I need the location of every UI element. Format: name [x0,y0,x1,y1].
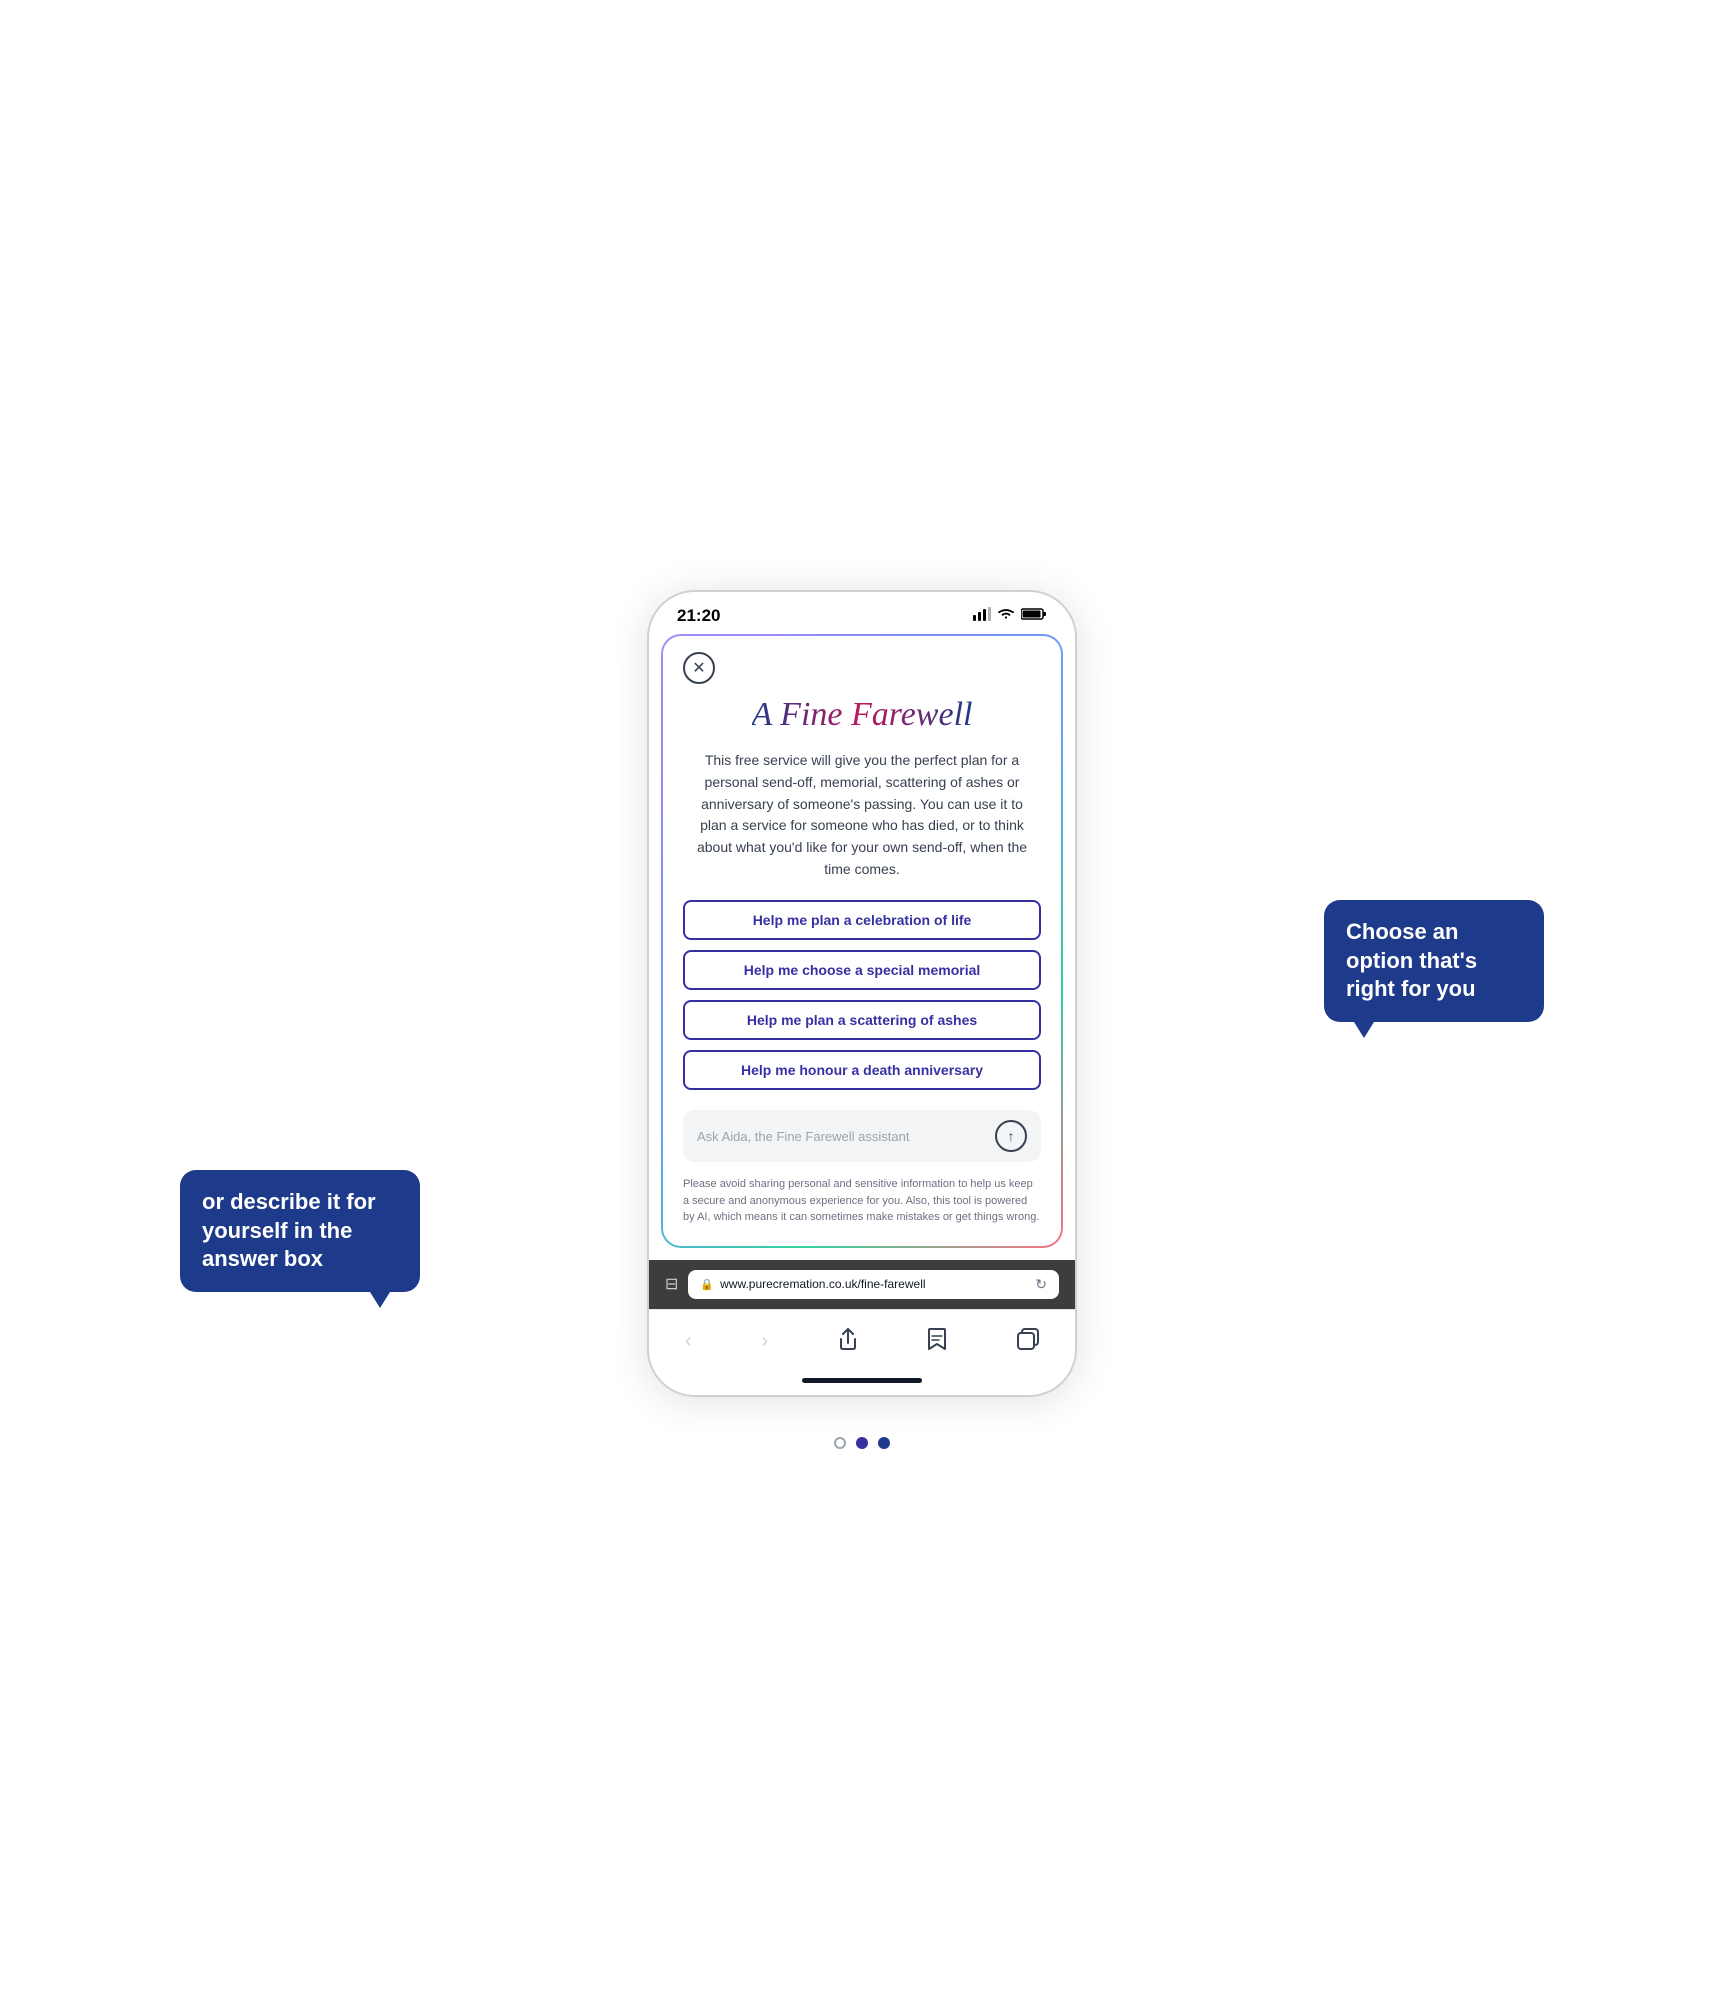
callout-right-text: Choose an option that's right for you [1346,919,1477,1001]
back-button[interactable]: ‹ [677,1326,700,1357]
status-bar: 21:20 [649,592,1075,634]
refresh-icon[interactable]: ↻ [1035,1276,1047,1293]
option-scattering[interactable]: Help me plan a scattering of ashes [683,1000,1041,1040]
dot-2[interactable] [856,1437,868,1449]
option-anniversary[interactable]: Help me honour a death anniversary [683,1050,1041,1090]
browser-bar: ⊟ 🔒 www.purecremation.co.uk/fine-farewel… [649,1260,1075,1309]
battery-icon [1021,607,1047,626]
send-icon: ↑ [1008,1128,1015,1144]
browser-tab-icon: ⊟ [665,1274,678,1294]
logo-area: A Fine Farewell [683,696,1041,734]
app-inner: ✕ A Fine Farewell This free service will… [663,636,1061,1246]
dots-pagination [834,1437,890,1449]
options-list: Help me plan a celebration of life Help … [683,900,1041,1090]
option-celebration[interactable]: Help me plan a celebration of life [683,900,1041,940]
callout-left-bubble: or describe it for yourself in the answe… [180,1170,420,1292]
close-icon: ✕ [692,658,705,678]
tabs-button[interactable] [1009,1324,1047,1360]
callout-left-text: or describe it for yourself in the answe… [202,1189,376,1271]
home-indicator [649,1370,1075,1395]
dot-3[interactable] [878,1437,890,1449]
url-bar[interactable]: 🔒 www.purecremation.co.uk/fine-farewell … [688,1270,1059,1299]
app-area: ✕ A Fine Farewell This free service will… [661,634,1063,1248]
outer-wrapper: or describe it for yourself in the answe… [0,590,1724,1397]
input-placeholder: Ask Aida, the Fine Farewell assistant [697,1129,995,1144]
url-text: www.purecremation.co.uk/fine-farewell [720,1277,925,1291]
signal-icon [973,607,991,626]
option-memorial[interactable]: Help me choose a special memorial [683,950,1041,990]
nav-bar: ‹ › [649,1309,1075,1370]
app-description: This free service will give you the perf… [683,750,1041,880]
dot-1[interactable] [834,1437,846,1449]
lock-icon: 🔒 [700,1278,714,1291]
share-button[interactable] [830,1324,866,1360]
forward-button[interactable]: › [753,1326,776,1357]
disclaimer-text: Please avoid sharing personal and sensit… [683,1176,1041,1226]
status-icons [973,607,1047,626]
send-button[interactable]: ↑ [995,1120,1027,1152]
home-bar [802,1378,922,1383]
phone-frame: 21:20 [647,590,1077,1397]
wifi-icon [997,607,1015,626]
status-time: 21:20 [677,606,720,626]
input-section[interactable]: Ask Aida, the Fine Farewell assistant ↑ [683,1110,1041,1162]
app-logo: A Fine Farewell [752,696,973,733]
bookmarks-button[interactable] [919,1324,955,1360]
callout-right-bubble: Choose an option that's right for you [1324,900,1544,1022]
close-button[interactable]: ✕ [683,652,715,684]
